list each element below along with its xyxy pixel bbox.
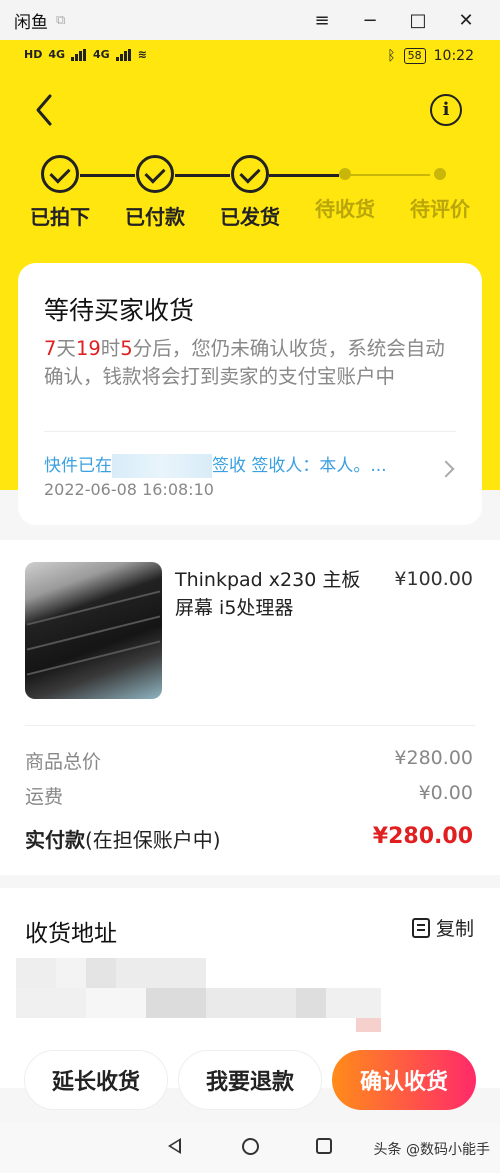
step-ordered: 已拍下	[20, 155, 100, 230]
tracking-time: 2022-06-08 16:08:10	[44, 480, 214, 499]
address-heading: 收货地址	[25, 921, 117, 947]
status-card: 等待买家收货 7天19时5分后，您仍未确认收货，系统会自动确认，钱款将会打到卖家…	[18, 263, 482, 525]
step-shipped: 已发货	[210, 155, 290, 230]
close-button[interactable]: ✕	[442, 10, 490, 31]
nav-recents-icon[interactable]	[316, 1138, 332, 1154]
bluetooth-icon: ᛒ	[387, 48, 396, 64]
signal-label-2: 4G	[93, 48, 110, 61]
maximize-button[interactable]: □	[394, 10, 442, 31]
order-progress: 已拍下 已付款 已发货 待收货 待评价	[0, 155, 500, 235]
signal-icon	[71, 48, 87, 61]
nav-home-icon[interactable]	[242, 1138, 259, 1155]
tracking-info[interactable]: 快件已在 签收 签收人：本人。...	[44, 451, 387, 478]
menu-icon[interactable]: ≡	[298, 10, 346, 31]
chevron-right-icon[interactable]	[437, 460, 455, 478]
divider	[25, 725, 475, 726]
copy-icon	[411, 917, 430, 938]
step-awaiting-review: 待评价	[400, 155, 480, 222]
copy-address-button[interactable]: 复制	[411, 914, 474, 941]
step-paid: 已付款	[115, 155, 195, 230]
product-name[interactable]: Thinkpad x230 主板 屏幕 i5处理器	[175, 566, 365, 622]
divider	[44, 431, 456, 432]
product-image[interactable]	[25, 562, 162, 699]
signal-label-1: 4G	[48, 48, 66, 61]
status-bar: HD 4G 4G ≋ ᛒ 58 10:22	[0, 44, 500, 72]
check-icon	[136, 155, 174, 193]
window-title: 闲鱼	[14, 12, 48, 33]
window-title-bar: 闲鱼 ⧉ ≡ − □ ✕	[0, 0, 500, 40]
request-refund-button[interactable]: 我要退款	[178, 1050, 322, 1110]
pending-dot-icon	[434, 168, 446, 180]
watermark: 头条 @数码小能手	[373, 1142, 490, 1158]
back-icon[interactable]	[30, 90, 60, 130]
check-icon	[231, 155, 269, 193]
check-icon	[41, 155, 79, 193]
wifi-icon: ≋	[137, 48, 147, 61]
goods-total-row: 商品总价 ¥280.00	[25, 747, 473, 773]
shipping-row: 运费 ¥0.00	[25, 782, 473, 808]
auto-confirm-notice: 7天19时5分后，您仍未确认收货，系统会自动确认，钱款将会打到卖家的支付宝账户中	[44, 337, 445, 388]
redacted-text	[112, 454, 212, 478]
pending-dot-icon	[339, 168, 351, 180]
product-price: ¥100.00	[394, 568, 473, 590]
step-awaiting-receipt: 待收货	[305, 155, 385, 222]
clock: 10:22	[433, 48, 474, 64]
paid-total-row: 实付款(在担保账户中) ¥280.00	[25, 824, 473, 852]
info-icon[interactable]: i	[430, 94, 462, 126]
status-title: 等待买家收货	[44, 296, 195, 325]
extend-receipt-button[interactable]: 延长收货	[24, 1050, 168, 1110]
hd-indicator: HD	[24, 48, 43, 61]
pin-icon[interactable]: ⧉	[56, 13, 65, 28]
minimize-button[interactable]: −	[346, 10, 394, 31]
signal-icon-2	[115, 48, 132, 61]
confirm-receipt-button[interactable]: 确认收货	[332, 1050, 476, 1110]
battery-icon: 58	[403, 48, 426, 64]
system-nav-bar: 头条 @数码小能手	[0, 1122, 500, 1173]
order-detail: Thinkpad x230 主板 屏幕 i5处理器 ¥100.00 商品总价 ¥…	[0, 540, 500, 875]
nav-back-icon[interactable]	[168, 1138, 181, 1154]
